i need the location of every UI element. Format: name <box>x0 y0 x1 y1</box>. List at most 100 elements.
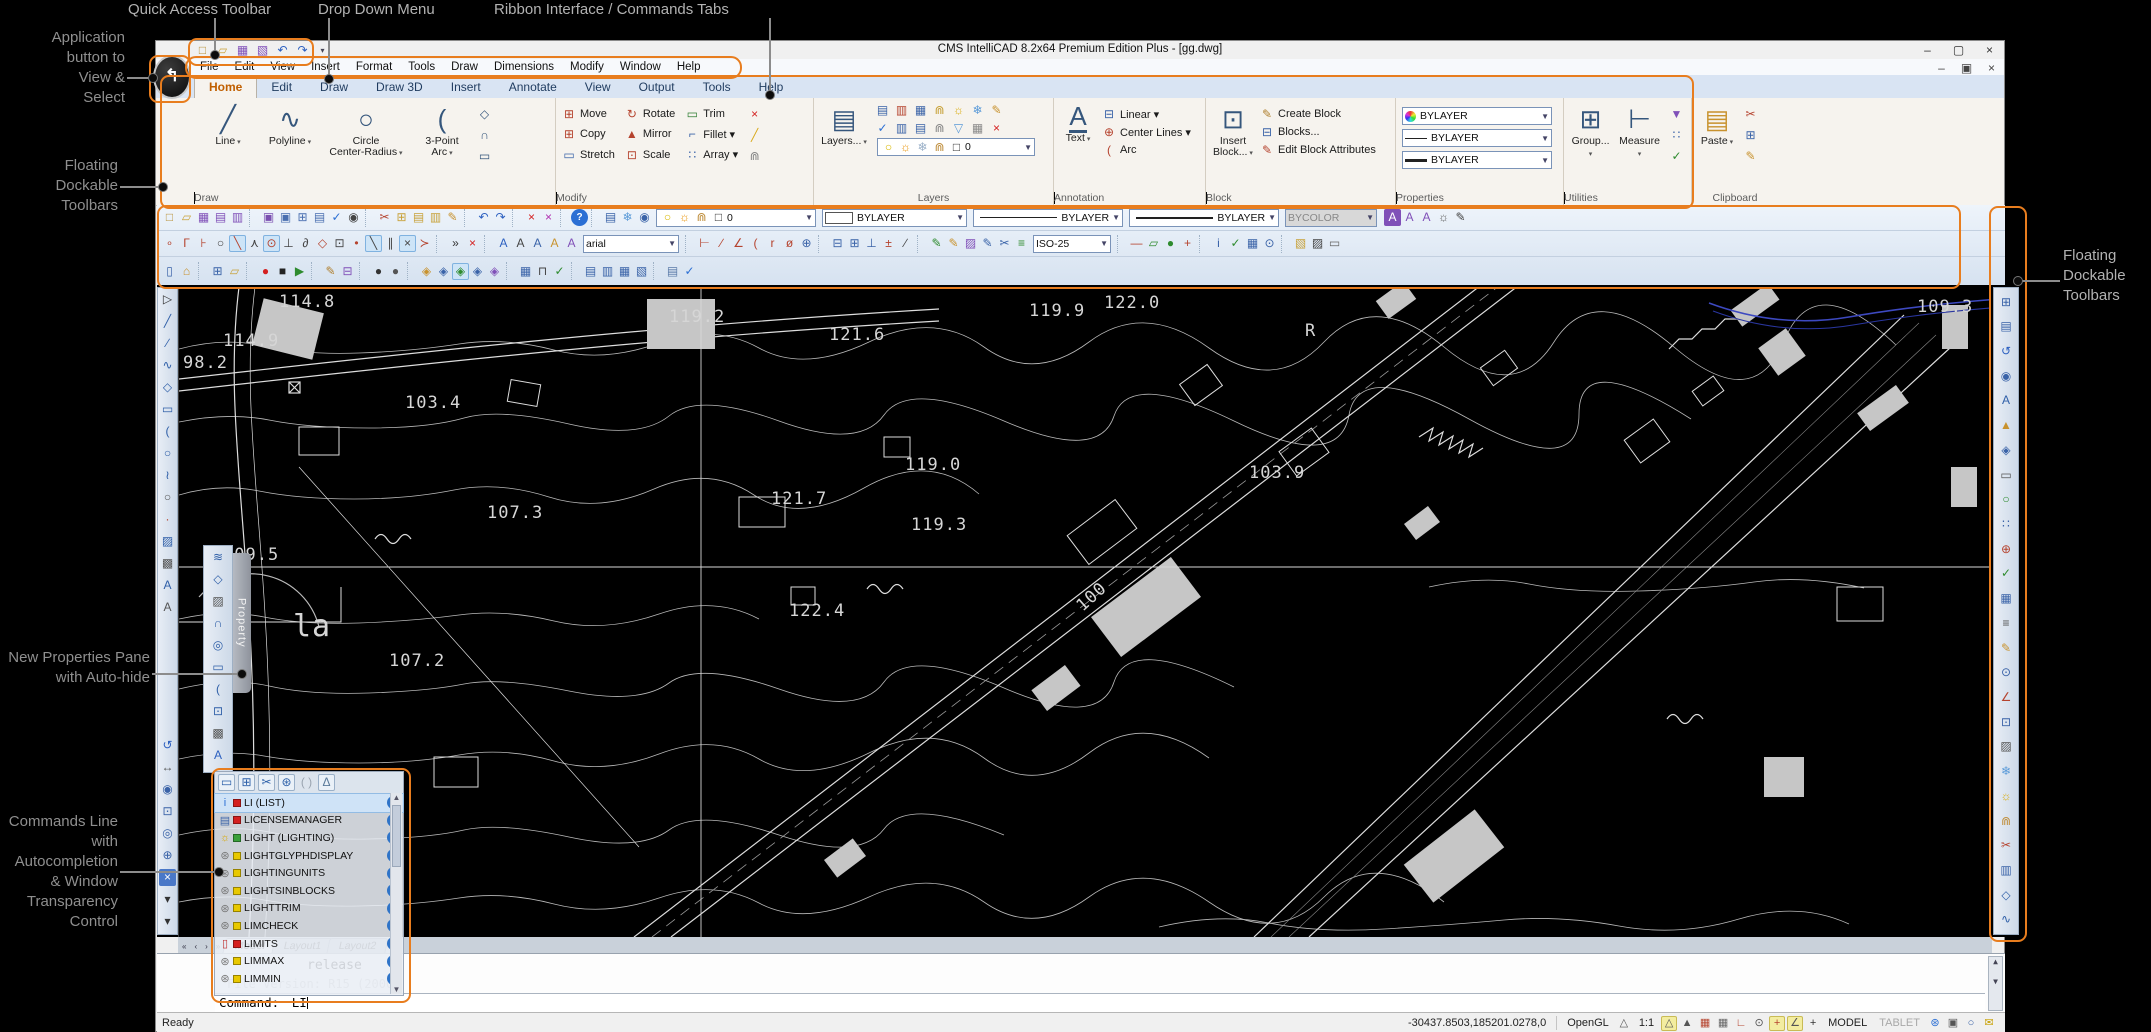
layer-walk-icon[interactable]: ▥ <box>893 120 910 137</box>
menu-file[interactable]: File <box>192 61 227 73</box>
paste-icon[interactable]: ▤ <box>410 209 427 226</box>
snap-settings-icon[interactable]: ∘ <box>161 235 178 252</box>
stack-icon[interactable]: ▱ <box>226 263 243 280</box>
command-scrollbar[interactable]: ▲▼ <box>1988 956 2003 1011</box>
layer-dropdown[interactable]: ○☼❄⋒□ 0 ▼ <box>877 138 1035 156</box>
lock-icon[interactable]: ⋒ <box>1998 813 2015 830</box>
scroll-down-icon[interactable]: ▾ <box>159 891 176 908</box>
layer-state-icon[interactable]: ▥ <box>599 263 616 280</box>
snap-node-icon[interactable]: • <box>348 235 365 252</box>
popup-scrollbar[interactable]: ▲▼ <box>390 793 402 994</box>
shade-icon[interactable]: ▨ <box>1309 235 1326 252</box>
donut-icon[interactable]: ◎ <box>210 637 227 654</box>
drawing-area[interactable]: 114.8114.998.2119.2122.0119.9121.6109.31… <box>157 285 2005 937</box>
measure-button[interactable]: ⊢ Measure <box>1617 102 1662 165</box>
panel-label-draw[interactable]: Draw <box>194 192 195 204</box>
measure-area-icon[interactable]: ▱ <box>1145 235 1162 252</box>
snap-center-icon[interactable]: ⊙ <box>263 235 280 252</box>
region-icon[interactable]: ▩ <box>159 555 176 572</box>
status-icon[interactable]: ∠ <box>1787 1016 1803 1031</box>
menu-insert[interactable]: Insert <box>303 61 348 73</box>
copy-icon[interactable]: ⊞ <box>1998 294 2015 311</box>
ribbon-tab-tools[interactable]: Tools <box>689 76 745 98</box>
open-icon[interactable]: ▱ <box>178 209 195 226</box>
erase-icon[interactable]: × <box>523 209 540 226</box>
edit-attr-icon[interactable]: ◈ <box>418 263 435 280</box>
table-icon[interactable]: ▦ <box>1998 590 2015 607</box>
attr-extract-icon[interactable]: ◈ <box>486 263 503 280</box>
create-block-button[interactable]: ✎Create Block <box>1260 106 1376 122</box>
window-icon[interactable]: ⊡ <box>1998 714 2015 731</box>
status-icon[interactable]: ○ <box>1963 1016 1979 1031</box>
text-icon[interactable]: A <box>159 577 176 594</box>
linetype-dropdown[interactable]: BYLAYER ▼ <box>973 209 1123 227</box>
trim-button[interactable]: ▭Trim <box>685 106 738 122</box>
command-suggestion-limmax[interactable]: ⊛LIMMAX? <box>215 952 403 970</box>
ribbon-tab-edit[interactable]: Edit <box>257 76 306 98</box>
save-block-icon[interactable]: ▦ <box>517 263 534 280</box>
freeze-icon[interactable]: ❄ <box>1998 763 2015 780</box>
layer-off-icon[interactable]: ▦ <box>969 120 986 137</box>
save-icon[interactable]: ▦ <box>195 209 212 226</box>
dim-override-icon[interactable]: ✎ <box>979 235 996 252</box>
panel-label-block[interactable]: Block <box>1206 192 1207 204</box>
snap-insertion-icon[interactable]: ⊡ <box>331 235 348 252</box>
polygon-icon[interactable]: ◇ <box>210 571 227 588</box>
layout-nav-button[interactable]: › <box>201 940 212 953</box>
stretch-button[interactable]: ▭Stretch <box>562 147 615 163</box>
fillet-icon[interactable]: ( <box>210 681 227 698</box>
stop-icon[interactable]: ■ <box>274 263 291 280</box>
popup-cut-window-icon[interactable]: ✂ <box>258 774 275 791</box>
unlock-icon[interactable]: ⋒ <box>746 148 763 165</box>
plot-icon[interactable]: ▣ <box>277 209 294 226</box>
revision-cloud-icon[interactable]: ∩ <box>476 127 493 144</box>
time-icon[interactable]: ⊙ <box>1998 664 2015 681</box>
maximize-button[interactable]: ▢ <box>1950 42 1967 59</box>
warning-icon[interactable]: ▲ <box>1998 417 2015 434</box>
text-style-icon[interactable]: A <box>1401 209 1418 226</box>
menu-draw[interactable]: Draw <box>443 61 486 73</box>
layer-lock-icon[interactable]: ⋒ <box>931 102 948 119</box>
list-icon[interactable]: ≡ <box>1998 615 2015 632</box>
snap-endpoint-icon[interactable]: Γ <box>178 235 195 252</box>
command-suggestion-li-list[interactable]: iLI (LIST)? <box>215 794 403 812</box>
blocks-button[interactable]: ⊟Blocks... <box>1260 124 1376 140</box>
run-snap-icon[interactable]: » <box>447 235 464 252</box>
text-mask-icon[interactable]: A <box>1418 209 1435 226</box>
check-icon[interactable]: ✓ <box>1998 565 2015 582</box>
angle-icon[interactable]: ∠ <box>1998 689 2015 706</box>
ray-icon[interactable]: ∕ <box>159 335 176 352</box>
command-suggestion-licensemanager[interactable]: ▤LICENSEMANAGER? <box>215 812 403 830</box>
ribbon-tab-insert[interactable]: Insert <box>437 76 495 98</box>
layer-iso-icon[interactable]: ▦ <box>616 263 633 280</box>
layer-current-icon[interactable]: ✓ <box>874 120 891 137</box>
paste-button[interactable]: ▤ Paste <box>1698 102 1736 165</box>
center-icon[interactable]: ⊕ <box>1998 541 2015 558</box>
filter-icon[interactable]: ▼ <box>1668 106 1685 123</box>
text-color-icon[interactable]: A <box>1384 209 1401 226</box>
dim-diameter-icon[interactable]: ø <box>781 235 798 252</box>
layers-icon[interactable]: ▤ <box>1998 318 2015 335</box>
fence-icon[interactable]: ⊓ <box>534 263 551 280</box>
ellipse-icon[interactable]: ○ <box>159 489 176 506</box>
single-text-icon[interactable]: A <box>512 235 529 252</box>
command-suggestion-lightingunits[interactable]: ⊛LIGHTINGUNITS? <box>215 864 403 882</box>
drawing-viewport[interactable]: 114.8114.998.2119.2122.0119.9121.6109.31… <box>178 287 1991 937</box>
rotate-button[interactable]: ↻Rotate <box>625 106 675 122</box>
status-icon[interactable]: ⊙ <box>1751 1016 1767 1031</box>
menu-format[interactable]: Format <box>348 61 400 73</box>
new-icon[interactable]: □ <box>161 209 178 226</box>
panel-label-utilities[interactable]: Utilities <box>1564 192 1565 204</box>
doc-icon[interactable]: ▯ <box>161 263 178 280</box>
popup-insert-icon[interactable]: ⊞ <box>238 774 255 791</box>
move-button[interactable]: ⊞Move <box>562 106 615 122</box>
dimstyle-dropdown[interactable]: ISO-25 ▼ <box>1033 235 1111 253</box>
page-setup-icon[interactable]: ▤ <box>311 209 328 226</box>
layer-merge-icon[interactable]: ▤ <box>912 120 929 137</box>
layer-freeze-icon[interactable]: ❄ <box>969 102 986 119</box>
save-acis-icon[interactable]: ▥ <box>229 209 246 226</box>
command-suggestion-lighttrim[interactable]: ⊛LIGHTTRIM? <box>215 900 403 918</box>
copy-nested-icon[interactable]: ⊞ <box>209 263 226 280</box>
camera-icon[interactable]: ● <box>370 263 387 280</box>
menu-help[interactable]: Help <box>669 61 709 73</box>
